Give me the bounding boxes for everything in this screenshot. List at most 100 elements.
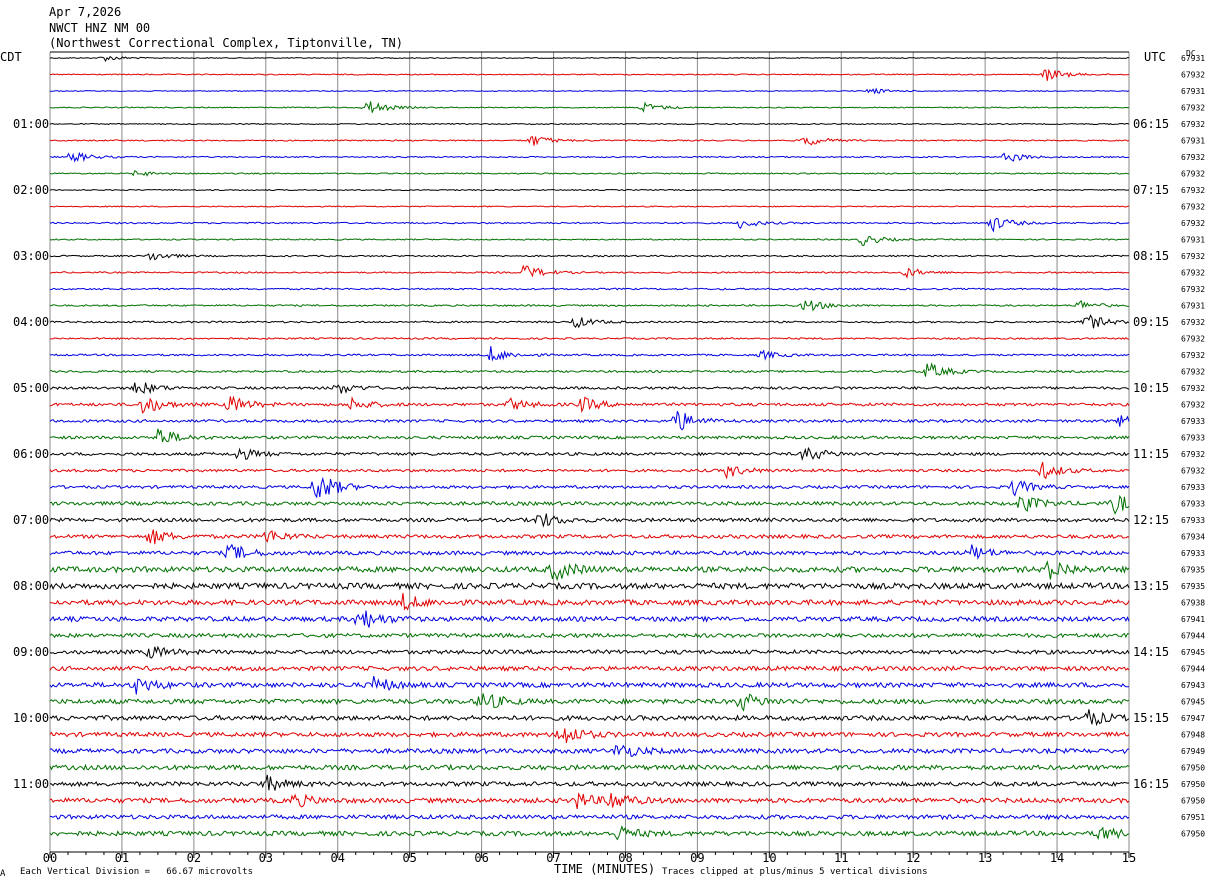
x-tick-label: 12: [906, 851, 920, 865]
station-code: NWCT HNZ NM 00: [49, 21, 151, 35]
trace-row-16: [49, 314, 1130, 329]
dc-offset-label: 67931: [1181, 302, 1205, 311]
minute-gridlines: [49, 51, 1130, 852]
x-axis-title: TIME (MINUTES): [554, 862, 656, 876]
dc-offset-label: 67950: [1181, 830, 1205, 839]
dc-offset-label: 67938: [1181, 599, 1205, 608]
dc-offset-label: 67931: [1181, 137, 1205, 146]
trace-row-14: [49, 287, 1130, 291]
trace-row-22: [49, 411, 1130, 431]
trace-row-8: [49, 188, 1130, 192]
utc-hour-label: 09:15: [1133, 315, 1169, 329]
dc-offset-label: 67932: [1181, 203, 1205, 212]
utc-hour-label: 13:15: [1133, 579, 1169, 593]
trace-row-31: [49, 560, 1130, 582]
trace-row-30: [49, 543, 1130, 560]
dc-offset-label: 67950: [1181, 764, 1205, 773]
dc-offset-label: 67932: [1181, 71, 1205, 80]
trace-row-25: [49, 461, 1130, 480]
dc-offset-label: 67934: [1181, 533, 1205, 542]
x-tick-label: 09: [690, 851, 704, 865]
cdt-hour-label: 06:00: [13, 447, 49, 461]
x-tick-label: 15: [1122, 851, 1136, 865]
trace-row-34: [49, 610, 1130, 628]
trace-row-13: [49, 264, 1130, 279]
dc-offset-label: 67944: [1181, 665, 1205, 674]
cdt-hour-label: 07:00: [13, 513, 49, 527]
dc-offset-label: 67932: [1181, 368, 1205, 377]
trace-row-5: [49, 136, 1130, 146]
trace-row-44: [49, 774, 1130, 791]
dc-note: DC: [1186, 49, 1196, 58]
dc-offset-label: 67933: [1181, 516, 1205, 525]
trace-row-12: [49, 252, 1130, 261]
left-timezone-label: CDT: [0, 50, 22, 64]
trace-row-11: [49, 235, 1130, 247]
x-tick-label: 13: [978, 851, 992, 865]
x-tick-label: 11: [834, 851, 848, 865]
dc-offset-label: 67935: [1181, 582, 1205, 591]
chart-date: Apr 7,2026: [49, 5, 122, 19]
utc-hour-label: 15:15: [1133, 711, 1169, 725]
trace-row-29: [49, 529, 1130, 545]
station-location: (Northwest Correctional Complex, Tiptonv…: [49, 36, 404, 50]
dc-offset-label: 67932: [1181, 269, 1205, 278]
dc-offset-label: 67935: [1181, 566, 1205, 575]
x-tick-label: 14: [1050, 851, 1064, 865]
dc-offset-label: 67945: [1181, 698, 1205, 707]
trace-row-4: [49, 122, 1130, 126]
dc-offset-label: 67932: [1181, 467, 1205, 476]
trace-row-2: [49, 87, 1130, 95]
trace-row-0: [49, 55, 1129, 63]
trace-row-7: [49, 170, 1129, 177]
x-tick-label: 00: [43, 851, 57, 865]
x-tick-label: 01: [115, 851, 129, 865]
dc-offset-label: 67932: [1181, 104, 1205, 113]
x-tick-label: 05: [402, 851, 416, 865]
dc-offset-label: 67932: [1181, 120, 1205, 129]
dc-offset-label: 67932: [1181, 335, 1205, 344]
dc-offset-label: 67932: [1181, 384, 1205, 393]
x-tick-label: 02: [187, 851, 201, 865]
trace-row-32: [49, 581, 1130, 591]
x-tick-label: 10: [762, 851, 776, 865]
dc-offset-label: 67932: [1181, 170, 1205, 179]
dc-offset-label: 67951: [1181, 813, 1205, 822]
seismic-traces: 67931 67932 67931 67932 67932 67931 67932 67932…: [13, 54, 1205, 841]
trace-row-37: [49, 665, 1130, 672]
dc-offset-label: 67945: [1181, 648, 1205, 657]
cdt-hour-label: 10:00: [13, 711, 49, 725]
clip-note: Traces clipped at plus/minus 5 vertical …: [662, 867, 928, 877]
cdt-hour-label: 03:00: [13, 249, 49, 263]
dc-offset-label: 67932: [1181, 252, 1205, 261]
utc-hour-label: 07:15: [1133, 183, 1169, 197]
footer-symbol: A: [0, 869, 6, 879]
dc-offset-label: 67932: [1181, 153, 1205, 162]
dc-offset-label: 67932: [1181, 318, 1205, 327]
dc-offset-label: 67933: [1181, 549, 1205, 558]
dc-offset-label: 67932: [1181, 186, 1205, 195]
dc-offset-label: 67944: [1181, 632, 1205, 641]
dc-offset-label: 67932: [1181, 450, 1205, 459]
trace-row-10: [49, 217, 1130, 233]
dc-offset-label: 67932: [1181, 351, 1205, 360]
dc-offset-label: 67950: [1181, 797, 1205, 806]
dc-offset-label: 67931: [1181, 236, 1205, 245]
trace-row-28: [49, 513, 1130, 528]
x-tick-label: 04: [331, 851, 345, 865]
trace-row-36: [49, 645, 1130, 659]
trace-row-35: [49, 632, 1129, 639]
utc-hour-label: 12:15: [1133, 513, 1169, 527]
trace-row-21: [49, 395, 1130, 414]
trace-row-24: [50, 446, 1130, 462]
cdt-hour-label: 09:00: [13, 645, 49, 659]
cdt-hour-label: 04:00: [13, 315, 49, 329]
dc-offset-label: 67931: [1181, 87, 1205, 96]
dc-offset-label: 67949: [1181, 747, 1205, 756]
scale-note: Each Vertical Division = 66.67 microvolt…: [20, 867, 253, 877]
trace-row-23: [49, 428, 1130, 443]
utc-hour-label: 16:15: [1133, 777, 1169, 791]
utc-hour-label: 08:15: [1133, 249, 1169, 263]
dc-offset-label: 67950: [1181, 780, 1205, 789]
dc-offset-label: 67941: [1181, 615, 1205, 624]
